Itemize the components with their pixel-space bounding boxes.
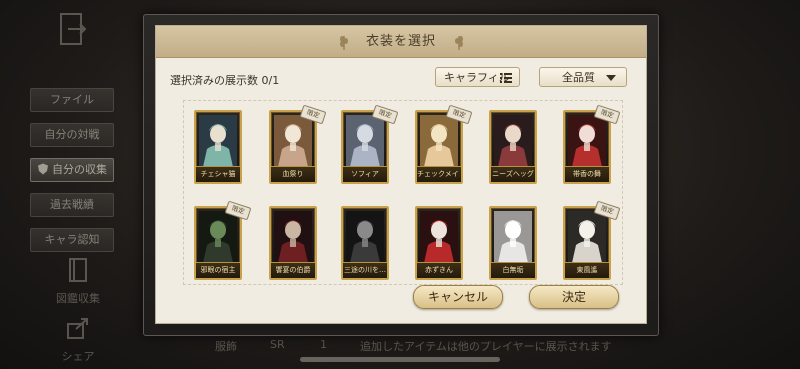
album-collection-label: 図鑑収集: [56, 292, 100, 305]
chevron-down-icon: [606, 75, 616, 81]
background-count: 1: [320, 338, 327, 351]
side-item-label: 自分の収集: [52, 163, 107, 176]
costume-portrait: [420, 211, 458, 263]
costume-portrait: [199, 115, 237, 167]
costume-card[interactable]: 血祭り: [269, 110, 317, 184]
costume-card[interactable]: 東風遙: [563, 206, 611, 280]
costume-portrait: [274, 211, 312, 263]
selected-count: 選択済みの展示数 0/1: [170, 74, 280, 87]
share-label: シェア: [61, 350, 95, 363]
costume-name: 東風遙: [565, 262, 609, 278]
cancel-button[interactable]: キャンセル: [413, 285, 503, 309]
character-filter-button[interactable]: キャラフィル: [435, 67, 520, 87]
costume-card[interactable]: チェシャ猫: [194, 110, 242, 184]
exit-door-icon: [60, 13, 87, 45]
costume-portrait: [494, 211, 532, 263]
costume-portrait: [494, 115, 532, 167]
grade-filter-label: 全品質: [562, 71, 595, 84]
costume-portrait: [274, 115, 312, 167]
album-collection-button[interactable]: 図鑑収集: [48, 257, 108, 306]
dialog-title: 衣装を選択: [365, 34, 436, 49]
costume-card[interactable]: 三途の川を…: [341, 206, 389, 280]
costume-portrait: [346, 211, 384, 263]
background-category: 服飾: [215, 340, 237, 353]
dialog-header: 衣装を選択: [156, 26, 646, 58]
background-grade: SR: [270, 338, 285, 351]
wheat-ornament-icon: [455, 36, 463, 50]
share-icon: [67, 318, 88, 339]
side-item-past-records[interactable]: 過去戦績: [30, 193, 114, 217]
side-menu: ファイル 自分の対戦 自分の収集 過去戦績 キャラ認知: [30, 88, 114, 263]
costume-card[interactable]: ニーズヘッグ: [489, 110, 537, 184]
costume-name: 三途の川を…: [343, 262, 387, 278]
side-item-file[interactable]: ファイル: [30, 88, 114, 112]
costume-card[interactable]: 饗宴の伯爵: [269, 206, 317, 280]
side-item-my-collection[interactable]: 自分の収集: [30, 158, 114, 182]
costume-select-dialog: 衣装を選択 選択済みの展示数 0/1 キャラフィル 全品質 チェシャ猫 血祭り 限定…: [155, 25, 647, 324]
book-icon: [69, 258, 87, 282]
costume-name: チェシャ猫: [196, 166, 240, 182]
costume-card[interactable]: ソフィア: [341, 110, 389, 184]
costume-name: 饗宴の伯爵: [271, 262, 315, 278]
shield-icon: [38, 163, 48, 175]
costume-name: チェックメイト: [417, 166, 461, 182]
costume-card[interactable]: 邪眼の宿主: [194, 206, 242, 280]
side-item-my-matches[interactable]: 自分の対戦: [30, 123, 114, 147]
costume-portrait: [199, 211, 237, 263]
background-note: 追加したアイテムは他のプレイヤーに展示されます: [360, 340, 612, 353]
costume-portrait: [568, 211, 606, 263]
costume-card[interactable]: チェックメイト: [415, 110, 463, 184]
costume-name: 赤ずきん: [417, 262, 461, 278]
costume-name: 白無垢: [491, 262, 535, 278]
grade-filter-select[interactable]: 全品質: [539, 67, 627, 87]
background-item-row: 服飾 SR 1 追加したアイテムは他のプレイヤーに展示されます: [170, 333, 670, 357]
confirm-button[interactable]: 決定: [529, 285, 619, 309]
costume-card[interactable]: 帯香の舞: [563, 110, 611, 184]
home-indicator: [300, 357, 500, 362]
costume-name: 邪眼の宿主: [196, 262, 240, 278]
costume-name: 帯香の舞: [565, 166, 609, 182]
list-filter-icon: [500, 73, 512, 83]
costume-name: ソフィア: [343, 166, 387, 182]
costume-card[interactable]: 白無垢: [489, 206, 537, 280]
share-button[interactable]: シェア: [48, 315, 108, 364]
costume-portrait: [420, 115, 458, 167]
costume-name: ニーズヘッグ: [491, 166, 535, 182]
costume-portrait: [346, 115, 384, 167]
costume-name: 血祭り: [271, 166, 315, 182]
costume-grid: チェシャ猫 血祭り 限定 ソフィア 限定 チェックメイト 限定 ニーズヘッグ 帯香の舞 限定 邪眼の…: [183, 100, 623, 285]
costume-card[interactable]: 赤ずきん: [415, 206, 463, 280]
side-item-character-recognition[interactable]: キャラ認知: [30, 228, 114, 252]
costume-portrait: [568, 115, 606, 167]
